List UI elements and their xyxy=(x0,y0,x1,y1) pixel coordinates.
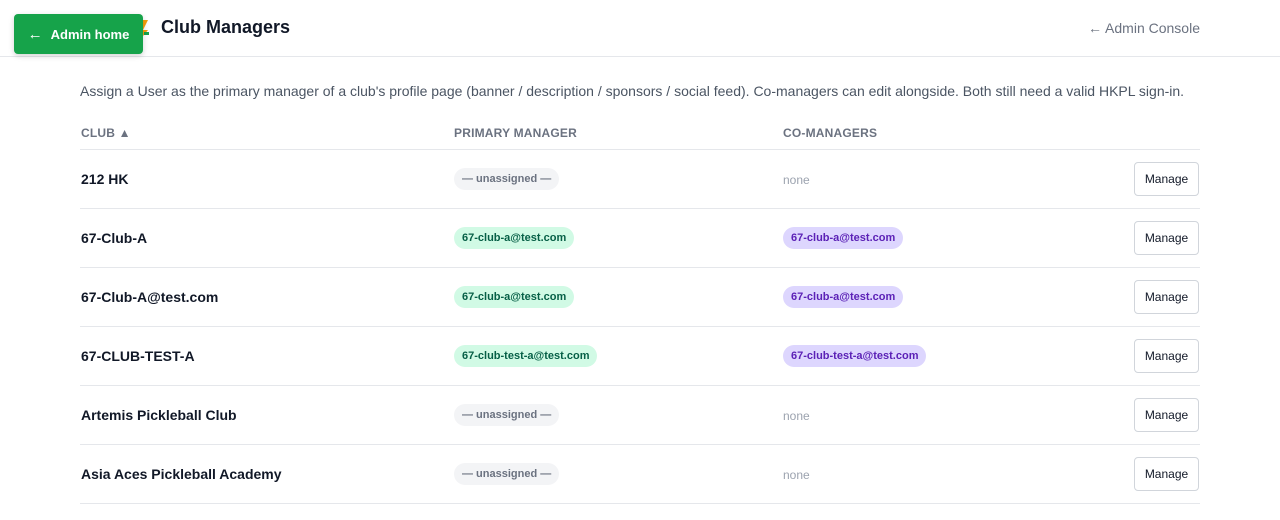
manage-button[interactable]: Manage xyxy=(1134,221,1199,255)
club-name: Asia Aces Pickleball Academy xyxy=(81,466,282,482)
column-header-primary-manager: PRIMARY MANAGER xyxy=(454,126,578,140)
table-header: CLUB ▲ PRIMARY MANAGER CO-MANAGERS xyxy=(80,116,1200,150)
arrow-left-icon: ← xyxy=(27,25,43,43)
admin-home-button[interactable]: ← Admin home xyxy=(14,14,143,54)
club-name: 67-Club-A xyxy=(81,230,148,246)
club-name: 67-CLUB-TEST-A xyxy=(81,348,195,364)
page-description: Assign a User as the primary manager of … xyxy=(80,83,1185,99)
table-row: 67-Club-A 67-club-a@test.com 67-club-a@tes… xyxy=(80,209,1200,268)
manage-button[interactable]: Manage xyxy=(1134,398,1199,432)
column-header-co-managers: CO-MANAGERS xyxy=(783,126,878,140)
club-managers-table: CLUB ▲ PRIMARY MANAGER CO-MANAGERS 212 H… xyxy=(80,116,1200,504)
manage-button[interactable]: Manage xyxy=(1134,162,1199,196)
primary-manager-unassigned-badge: — unassigned — xyxy=(454,463,560,485)
co-managers-none: none xyxy=(783,409,810,423)
column-header-club[interactable]: CLUB ▲ xyxy=(81,126,131,140)
primary-manager-badge: 67-club-a@test.com xyxy=(454,286,575,308)
page-title: Club Managers xyxy=(161,17,291,37)
primary-manager-badge: 67-club-a@test.com xyxy=(454,227,575,249)
manage-button[interactable]: Manage xyxy=(1134,280,1199,314)
admin-home-label: Admin home xyxy=(50,26,130,42)
club-name: 67-Club-A@test.com xyxy=(81,289,219,305)
primary-manager-unassigned-badge: — unassigned — xyxy=(454,404,560,426)
primary-manager-badge: 67-club-test-a@test.com xyxy=(454,345,598,367)
co-manager-badge: 67-club-a@test.com xyxy=(783,286,904,308)
top-header: Club Managers ← Admin Console xyxy=(0,0,1280,57)
co-manager-badge: 67-club-a@test.com xyxy=(783,227,904,249)
admin-console-link[interactable]: ← Admin Console xyxy=(1088,20,1200,36)
club-name: Artemis Pickleball Club xyxy=(81,407,237,423)
table-row: 67-CLUB-TEST-A 67-club-test-a@test.com 67-… xyxy=(80,327,1200,386)
club-name: 212 HK xyxy=(81,171,129,187)
table-body: 212 HK — unassigned — none Manage 67-Club-A 6… xyxy=(80,150,1200,504)
table-row: 212 HK — unassigned — none Manage xyxy=(80,150,1200,209)
table-row: Artemis Pickleball Club — unassigned — non… xyxy=(80,386,1200,445)
table-row: 67-Club-A@test.com 67-club-a@test.com 67-c… xyxy=(80,268,1200,327)
co-manager-badge: 67-club-test-a@test.com xyxy=(783,345,927,367)
primary-manager-unassigned-badge: — unassigned — xyxy=(454,168,560,190)
co-managers-none: none xyxy=(783,468,810,482)
manage-button[interactable]: Manage xyxy=(1134,457,1199,491)
co-managers-none: none xyxy=(783,173,810,187)
manage-button[interactable]: Manage xyxy=(1134,339,1199,373)
table-row: Asia Aces Pickleball Academy — unassigned… xyxy=(80,445,1200,504)
